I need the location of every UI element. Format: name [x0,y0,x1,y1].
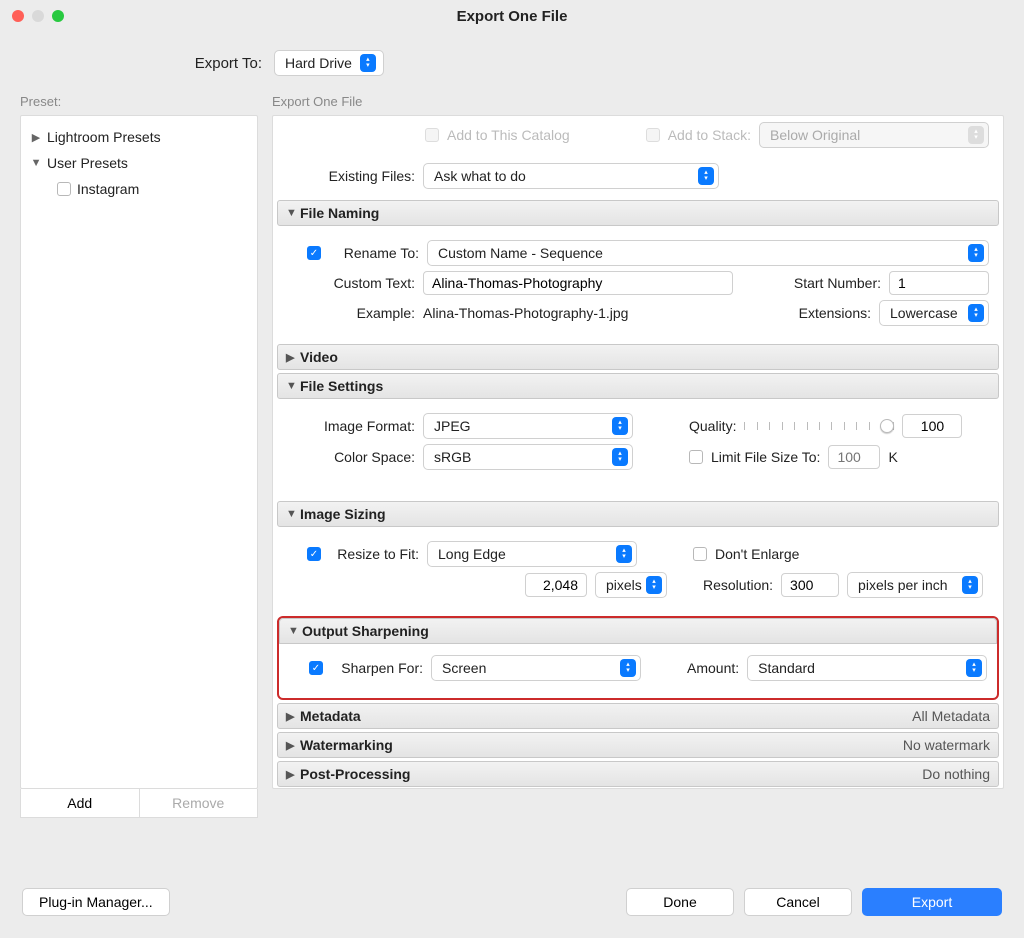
sharpen-checkbox[interactable]: ✓ [309,661,323,675]
resolution-unit-select[interactable]: pixels per inch ▴▾ [847,572,983,598]
quality-label: Quality: [689,418,736,434]
example-label: Example: [287,305,415,321]
triangle-down-icon: ▼ [286,207,300,219]
triangle-right-icon: ▶ [286,739,300,752]
updown-icon: ▴▾ [962,576,978,594]
add-catalog-label: Add to This Catalog [447,127,570,143]
export-to-select[interactable]: Hard Drive ▴▾ [274,50,384,76]
stack-select: Below Original ▴▾ [759,122,989,148]
custom-text-label: Custom Text: [287,275,415,291]
resize-select[interactable]: Long Edge ▴▾ [427,541,637,567]
triangle-down-icon: ▼ [288,625,302,637]
image-format-select[interactable]: JPEG ▴▾ [423,413,633,439]
triangle-down-icon: ▼ [286,380,300,392]
quality-input[interactable] [902,414,962,438]
section-post-processing[interactable]: ▶ Post-Processing Do nothing [277,761,999,787]
catalog-row: Add to This Catalog Add to Stack: Below … [277,120,999,158]
dimension-input[interactable] [525,573,587,597]
footer: Plug-in Manager... Done Cancel Export [22,888,1002,916]
titlebar: Export One File [0,0,1024,32]
start-number-label: Start Number: [794,275,881,291]
dont-enlarge-label: Don't Enlarge [715,546,799,562]
triangle-right-icon: ▶ [286,768,300,781]
limit-size-input [828,445,880,469]
example-value: Alina-Thomas-Photography-1.jpg [423,305,628,321]
sharpen-for-label: Sharpen For: [331,660,423,676]
triangle-right-icon: ▶ [286,710,300,723]
export-to-row: Export To: Hard Drive ▴▾ [0,32,1024,94]
window-title: Export One File [0,8,1024,25]
resolution-input[interactable] [781,573,839,597]
chevron-down-icon: ▼ [31,157,41,169]
preset-buttons: Add Remove [20,789,258,818]
updown-icon: ▴▾ [616,545,632,563]
limit-size-label: Limit File Size To: [711,449,820,465]
limit-size-unit: K [888,449,897,465]
section-file-naming[interactable]: ▼ File Naming [277,200,999,226]
section-video[interactable]: ▶ Video [277,344,999,370]
amount-select[interactable]: Standard ▴▾ [747,655,987,681]
extensions-label: Extensions: [799,305,871,321]
updown-icon: ▴▾ [620,659,636,677]
extensions-select[interactable]: Lowercase ▴▾ [879,300,989,326]
sharpen-for-select[interactable]: Screen ▴▾ [431,655,641,681]
resize-label: Resize to Fit: [329,546,419,562]
updown-icon: ▴▾ [968,126,984,144]
chevron-right-icon: ▶ [31,131,41,144]
rename-to-label: Rename To: [329,245,419,261]
slider-thumb-icon[interactable] [880,419,894,433]
export-button[interactable]: Export [862,888,1002,916]
updown-icon: ▴▾ [360,54,376,72]
plugin-manager-button[interactable]: Plug-in Manager... [22,888,170,916]
limit-size-checkbox[interactable] [689,450,703,464]
rename-checkbox[interactable]: ✓ [307,246,321,260]
export-to-label: Export To: [0,55,262,72]
color-space-select[interactable]: sRGB ▴▾ [423,444,633,470]
add-stack-label: Add to Stack: [668,127,751,143]
existing-files-label: Existing Files: [287,168,415,184]
rename-to-select[interactable]: Custom Name - Sequence ▴▾ [427,240,989,266]
dont-enlarge-checkbox[interactable] [693,547,707,561]
triangle-down-icon: ▼ [286,508,300,520]
preset-folder-user[interactable]: ▼ User Presets [27,150,251,176]
cancel-button[interactable]: Cancel [744,888,852,916]
dimension-unit-select[interactable]: pixels ▴▾ [595,572,667,598]
remove-preset-button[interactable]: Remove [140,789,258,817]
triangle-right-icon: ▶ [286,351,300,364]
add-stack-checkbox [646,128,660,142]
main-panel: Export One File Add to This Catalog Add … [272,94,1004,818]
updown-icon: ▴▾ [968,244,984,262]
updown-icon: ▴▾ [612,417,628,435]
add-preset-button[interactable]: Add [21,789,140,817]
add-catalog-checkbox[interactable] [425,128,439,142]
done-button[interactable]: Done [626,888,734,916]
updown-icon: ▴▾ [646,576,662,594]
amount-label: Amount: [687,660,739,676]
section-output-sharpening[interactable]: ▼ Output Sharpening [279,618,997,644]
updown-icon: ▴▾ [966,659,982,677]
section-file-settings[interactable]: ▼ File Settings [277,373,999,399]
main-header: Export One File [272,94,1004,109]
section-metadata[interactable]: ▶ Metadata All Metadata [277,703,999,729]
section-image-sizing[interactable]: ▼ Image Sizing [277,501,999,527]
preset-folder-lightroom[interactable]: ▶ Lightroom Presets [27,124,251,150]
section-watermarking[interactable]: ▶ Watermarking No watermark [277,732,999,758]
output-sharpening-highlight: ▼ Output Sharpening ✓ Sharpen For: Scree… [277,616,999,700]
image-format-label: Image Format: [287,418,415,434]
updown-icon: ▴▾ [968,304,984,322]
start-number-input[interactable] [889,271,989,295]
custom-text-input[interactable] [423,271,733,295]
preset-header: Preset: [20,94,258,109]
existing-files-select[interactable]: Ask what to do ▴▾ [423,163,719,189]
preset-sidebar: Preset: ▶ Lightroom Presets ▼ User Prese… [20,94,258,818]
updown-icon: ▴▾ [612,448,628,466]
updown-icon: ▴▾ [698,167,714,185]
preset-item-instagram[interactable]: Instagram [27,176,251,202]
color-space-label: Color Space: [287,449,415,465]
checkbox-icon[interactable] [57,182,71,196]
quality-slider[interactable] [744,417,894,435]
resolution-label: Resolution: [703,577,773,593]
preset-tree[interactable]: ▶ Lightroom Presets ▼ User Presets Insta… [20,115,258,789]
resize-checkbox[interactable]: ✓ [307,547,321,561]
